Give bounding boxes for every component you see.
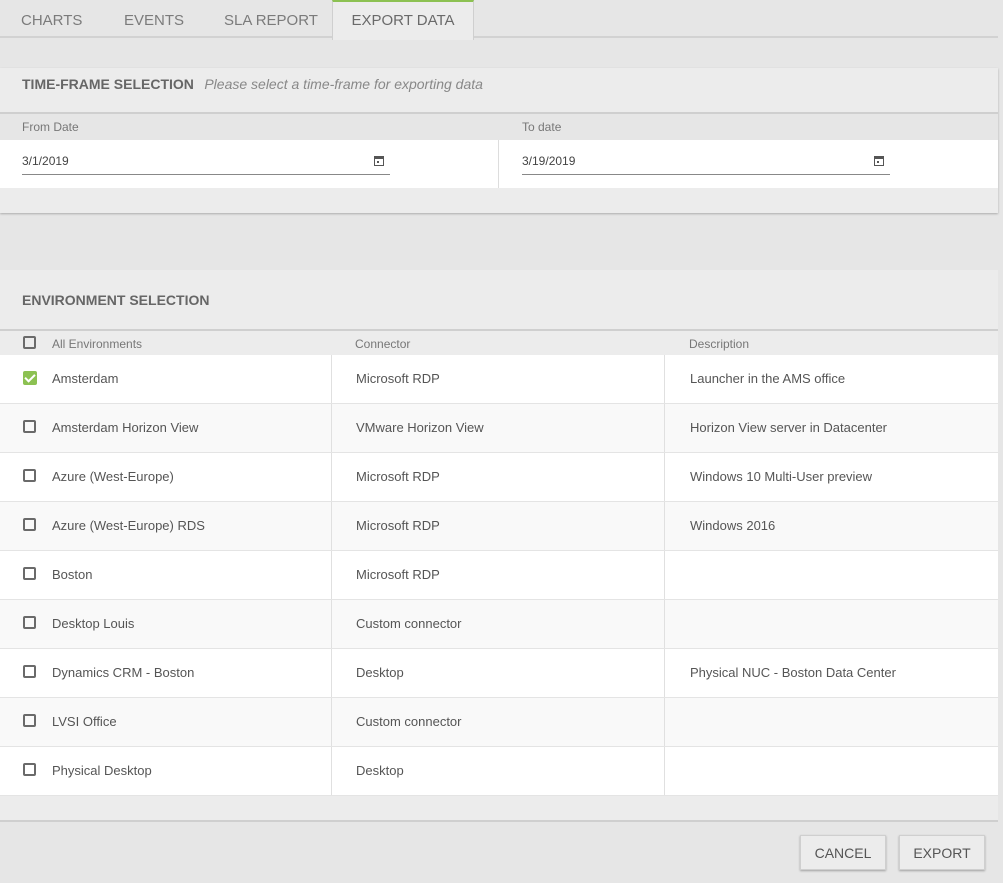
export-button[interactable]: EXPORT bbox=[899, 835, 985, 870]
to-date-label: To date bbox=[522, 120, 562, 134]
environment-connector: Microsoft RDP bbox=[331, 355, 664, 403]
environment-description: Horizon View server in Datacenter bbox=[664, 404, 998, 452]
table-row[interactable]: Azure (West-Europe) Microsoft RDP Window… bbox=[0, 453, 998, 502]
table-row[interactable]: Physical Desktop Desktop bbox=[0, 747, 998, 796]
date-divider bbox=[498, 140, 499, 188]
calendar-icon[interactable] bbox=[874, 156, 884, 166]
environment-name: Physical Desktop bbox=[52, 763, 152, 778]
row-checkbox[interactable] bbox=[23, 763, 36, 776]
table-row[interactable]: Dynamics CRM - Boston Desktop Physical N… bbox=[0, 649, 998, 698]
environment-description bbox=[664, 600, 998, 648]
footer-divider bbox=[0, 820, 998, 822]
tab-bar: CHARTS EVENTS SLA REPORT EXPORT DATA bbox=[0, 0, 998, 40]
environment-description bbox=[664, 747, 998, 795]
row-checkbox[interactable] bbox=[23, 616, 36, 629]
table-row[interactable]: Amsterdam Horizon View VMware Horizon Vi… bbox=[0, 404, 998, 453]
environment-connector: VMware Horizon View bbox=[331, 404, 664, 452]
row-checkbox[interactable] bbox=[23, 469, 36, 482]
environment-name: Azure (West-Europe) RDS bbox=[52, 518, 205, 533]
environment-name: Amsterdam bbox=[52, 371, 119, 386]
environment-title: ENVIRONMENT SELECTION bbox=[0, 270, 998, 331]
environment-connector: Microsoft RDP bbox=[331, 453, 664, 501]
environment-connector: Desktop bbox=[331, 747, 664, 795]
row-checkbox[interactable] bbox=[23, 714, 36, 727]
environment-connector: Desktop bbox=[331, 649, 664, 697]
to-date-field[interactable]: 3/19/2019 bbox=[522, 150, 890, 175]
time-frame-header: TIME-FRAME SELECTION Please select a tim… bbox=[0, 68, 998, 114]
column-header-name: All Environments bbox=[52, 337, 143, 351]
tab-charts[interactable]: CHARTS bbox=[21, 0, 82, 38]
environment-table-header: All Environments Connector Description bbox=[0, 331, 998, 355]
environment-connector: Microsoft RDP bbox=[331, 551, 664, 599]
row-checkbox[interactable] bbox=[23, 420, 36, 433]
table-row[interactable]: Azure (West-Europe) RDS Microsoft RDP Wi… bbox=[0, 502, 998, 551]
column-header-description: Description bbox=[689, 337, 750, 351]
environment-connector: Microsoft RDP bbox=[331, 502, 664, 550]
to-date-value: 3/19/2019 bbox=[522, 154, 576, 168]
calendar-icon[interactable] bbox=[374, 156, 384, 166]
environment-name: Azure (West-Europe) bbox=[52, 469, 174, 484]
table-row[interactable]: Amsterdam Microsoft RDP Launcher in the … bbox=[0, 355, 998, 404]
from-date-value: 3/1/2019 bbox=[22, 154, 69, 168]
environment-name: Desktop Louis bbox=[52, 616, 135, 631]
time-frame-panel: TIME-FRAME SELECTION Please select a tim… bbox=[0, 68, 998, 213]
row-checkbox[interactable] bbox=[23, 665, 36, 678]
environment-description bbox=[664, 551, 998, 599]
time-frame-title: TIME-FRAME SELECTION bbox=[22, 76, 194, 92]
environment-description: Physical NUC - Boston Data Center bbox=[664, 649, 998, 697]
environment-name: Dynamics CRM - Boston bbox=[52, 665, 195, 680]
from-date-label: From Date bbox=[22, 120, 79, 134]
environment-description: Windows 10 Multi-User preview bbox=[664, 453, 998, 501]
environment-description bbox=[664, 698, 998, 746]
environment-connector: Custom connector bbox=[331, 698, 664, 746]
tab-export-data[interactable]: EXPORT DATA bbox=[332, 0, 474, 40]
environment-name: Boston bbox=[52, 567, 93, 582]
select-all-checkbox[interactable] bbox=[23, 336, 36, 349]
cancel-button[interactable]: CANCEL bbox=[800, 835, 886, 870]
from-date-field[interactable]: 3/1/2019 bbox=[22, 150, 390, 175]
environment-panel: ENVIRONMENT SELECTION All Environments C… bbox=[0, 270, 998, 821]
environment-description: Launcher in the AMS office bbox=[664, 355, 998, 403]
column-header-connector: Connector bbox=[355, 337, 411, 351]
environment-name: Amsterdam Horizon View bbox=[52, 420, 199, 435]
environment-name: LVSI Office bbox=[52, 714, 117, 729]
table-row[interactable]: Desktop Louis Custom connector bbox=[0, 600, 998, 649]
tab-sla-report[interactable]: SLA REPORT bbox=[224, 0, 318, 38]
row-checkbox[interactable] bbox=[23, 371, 37, 385]
tab-events[interactable]: EVENTS bbox=[124, 0, 184, 38]
date-fields-row: 3/1/2019 3/19/2019 bbox=[0, 140, 998, 188]
environment-description: Windows 2016 bbox=[664, 502, 998, 550]
row-checkbox[interactable] bbox=[23, 518, 36, 531]
table-row[interactable]: Boston Microsoft RDP bbox=[0, 551, 998, 600]
time-frame-hint: Please select a time-frame for exporting… bbox=[204, 76, 483, 92]
date-labels-row: From Date To date bbox=[0, 114, 998, 140]
table-row[interactable]: LVSI Office Custom connector bbox=[0, 698, 998, 747]
environment-connector: Custom connector bbox=[331, 600, 664, 648]
row-checkbox[interactable] bbox=[23, 567, 36, 580]
